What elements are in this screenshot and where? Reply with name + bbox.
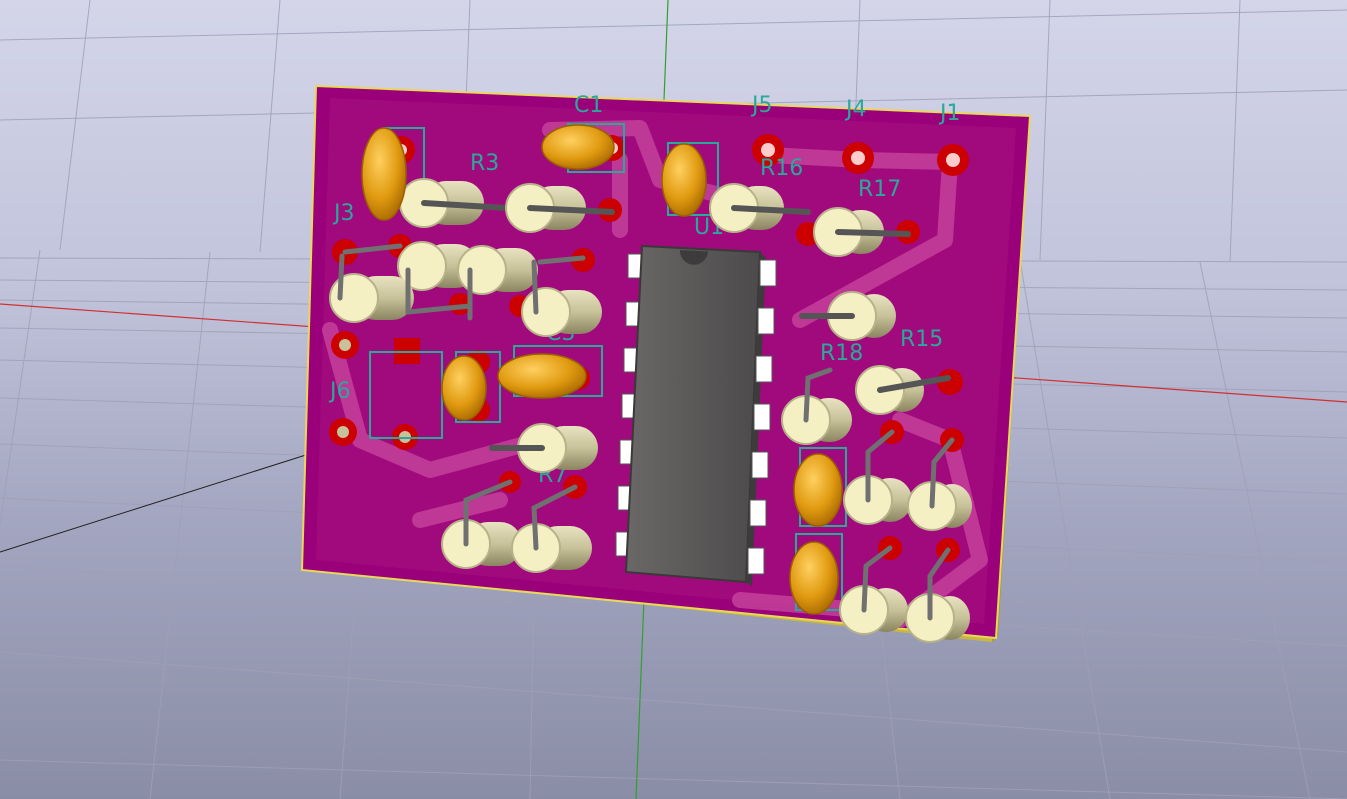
designator-c1: C1 (574, 93, 603, 118)
designator-j5: J5 (750, 93, 773, 118)
resistor (843, 475, 912, 525)
pad (329, 418, 357, 446)
capacitor (541, 124, 615, 170)
designator-j4: J4 (844, 97, 867, 122)
capacitor (661, 143, 707, 217)
capacitor (793, 453, 843, 527)
3d-viewport[interactable]: C1 J5 J4 J1 R3 R16 R17 J3 J6 R15 R18 R7 … (0, 0, 1347, 799)
ic-body (624, 244, 762, 584)
capacitor (361, 127, 407, 221)
resistor (905, 593, 970, 643)
designator-j3: J3 (332, 201, 355, 226)
designator-r3: R3 (470, 151, 499, 176)
capacitor (789, 541, 839, 615)
dip-ic (615, 244, 777, 586)
designator-j1: J1 (938, 101, 961, 126)
designator-r16: R16 (760, 156, 803, 181)
pad (331, 331, 359, 359)
pad (842, 142, 874, 174)
resistor (441, 519, 522, 569)
capacitor (497, 353, 587, 399)
resistor (511, 523, 592, 573)
resistor (907, 481, 972, 531)
designator-j6: J6 (328, 379, 351, 404)
pcb-3d-scene[interactable]: C1 J5 J4 J1 R3 R16 R17 J3 J6 R15 R18 R7 … (0, 0, 1347, 799)
resistor (839, 585, 908, 635)
resistor (781, 395, 852, 445)
pad (937, 144, 969, 176)
designator-r17: R17 (858, 177, 901, 202)
designator-r15: R15 (900, 327, 943, 352)
capacitor (441, 355, 487, 421)
designator-r18: R18 (820, 341, 863, 366)
